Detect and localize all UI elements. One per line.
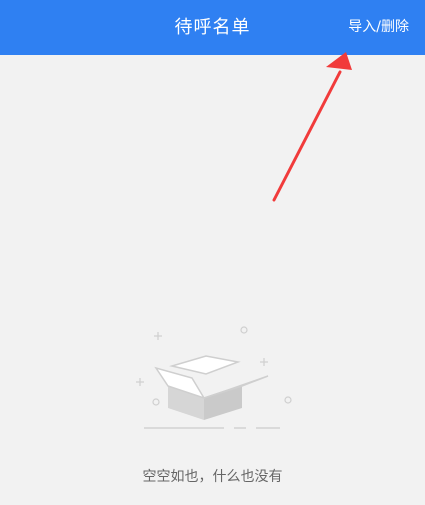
empty-state-message: 空空如也，什么也没有 (142, 469, 283, 485)
import-delete-button[interactable]: 导入/删除 (348, 0, 409, 55)
empty-box-icon (136, 326, 292, 429)
top-bar: 待呼名单 导入/删除 (0, 0, 425, 55)
